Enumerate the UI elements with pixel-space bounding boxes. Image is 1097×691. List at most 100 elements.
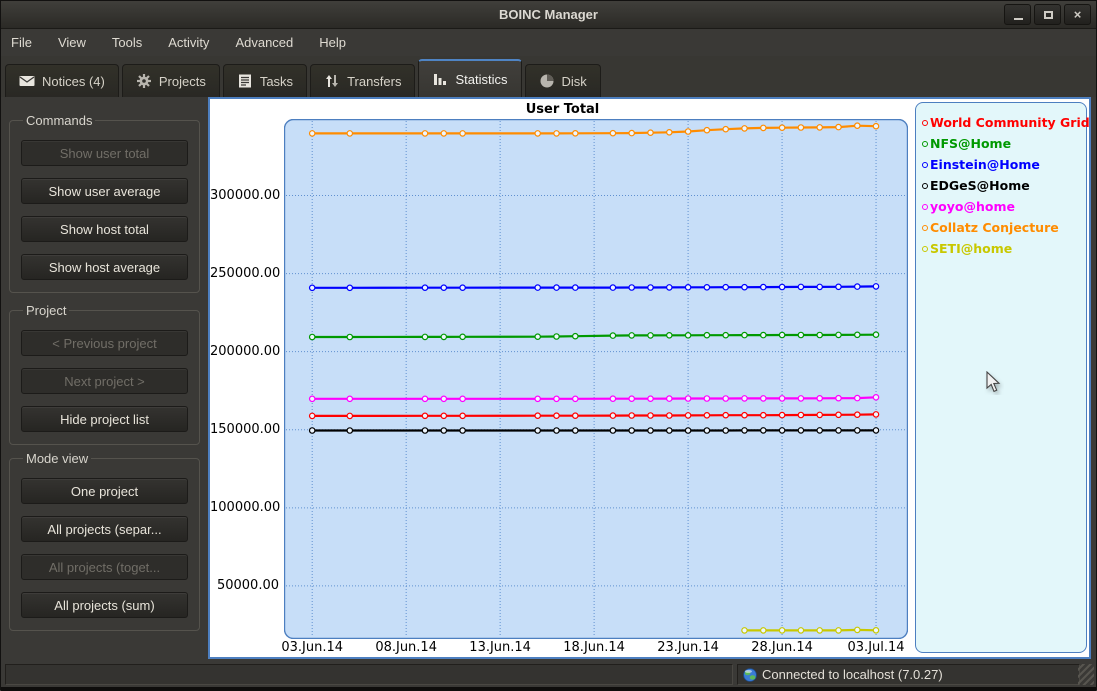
next-project-button: Next project > [21, 368, 188, 394]
data-point-einstein-home [573, 285, 578, 290]
menu-advanced[interactable]: Advanced [235, 35, 293, 50]
tab-transfers[interactable]: Transfers [310, 64, 415, 97]
statistics-bars-icon [432, 71, 448, 87]
x-axis-tick-label: 08.Jun.14 [361, 640, 451, 655]
all-projects-sum-button[interactable]: All projects (sum) [21, 592, 188, 618]
data-point-collatz-conjecture [761, 125, 766, 130]
tab-tasks[interactable]: Tasks [223, 64, 307, 97]
data-point-einstein-home [723, 285, 728, 290]
data-point-yoyo-home [573, 396, 578, 401]
data-point-yoyo-home [310, 396, 315, 401]
menu-tools[interactable]: Tools [112, 35, 142, 50]
one-project-button[interactable]: One project [21, 478, 188, 504]
menu-view[interactable]: View [58, 35, 86, 50]
legend-item-seti-home[interactable]: SETI@home [922, 238, 1080, 259]
data-point-world-community-grid [629, 413, 634, 418]
data-point-nfs-home [422, 334, 427, 339]
data-point-nfs-home [704, 333, 709, 338]
data-point-world-community-grid [798, 412, 803, 417]
data-point-edges-home [817, 428, 822, 433]
data-point-collatz-conjecture [610, 131, 615, 136]
data-point-world-community-grid [761, 413, 766, 418]
data-point-einstein-home [817, 284, 822, 289]
x-axis-tick-label: 18.Jun.14 [549, 640, 639, 655]
menu-activity[interactable]: Activity [168, 35, 209, 50]
y-axis-tick-label: 300000.00 [210, 188, 279, 203]
legend-marker-icon [922, 246, 928, 252]
data-point-yoyo-home [460, 396, 465, 401]
data-point-collatz-conjecture [873, 124, 878, 129]
data-point-nfs-home [460, 334, 465, 339]
legend-label: yoyo@home [930, 199, 1015, 214]
menu-file[interactable]: File [11, 35, 32, 50]
tab-notices[interactable]: Notices (4) [5, 64, 119, 97]
data-point-collatz-conjecture [535, 131, 540, 136]
window-controls: × [1004, 4, 1091, 25]
group-mode-view: Mode view One project All projects (separ.… [9, 451, 200, 631]
legend-item-edges-home[interactable]: EDGeS@Home [922, 175, 1080, 196]
data-point-nfs-home [779, 332, 784, 337]
data-point-collatz-conjecture [742, 126, 747, 131]
data-point-edges-home [779, 428, 784, 433]
minimize-button[interactable] [1004, 4, 1031, 25]
legend-item-yoyo-home[interactable]: yoyo@home [922, 196, 1080, 217]
tab-statistics[interactable]: Statistics [418, 59, 521, 97]
group-title: Mode view [23, 451, 91, 466]
data-point-seti-home [855, 627, 860, 632]
legend-item-world-community-grid[interactable]: World Community Grid [922, 112, 1080, 133]
legend-item-nfs-home[interactable]: NFS@Home [922, 133, 1080, 154]
legend-item-einstein-home[interactable]: Einstein@Home [922, 154, 1080, 175]
tab-projects[interactable]: Projects [122, 64, 220, 97]
data-point-edges-home [441, 428, 446, 433]
data-point-nfs-home [798, 332, 803, 337]
data-point-einstein-home [554, 285, 559, 290]
tab-disk[interactable]: Disk [525, 64, 601, 97]
data-point-edges-home [535, 428, 540, 433]
tab-bar: Notices (4) Projects Tasks Transfers Statist… [1, 56, 1096, 97]
data-point-yoyo-home [347, 396, 352, 401]
status-cell-connection: Connected to localhost (7.0.27) [737, 664, 1080, 685]
data-point-einstein-home [460, 285, 465, 290]
data-point-nfs-home [629, 333, 634, 338]
data-point-collatz-conjecture [855, 123, 860, 128]
legend-marker-icon [922, 162, 928, 168]
data-point-edges-home [761, 428, 766, 433]
all-projects-separ-button[interactable]: All projects (separ... [21, 516, 188, 542]
resize-grip[interactable] [1078, 664, 1094, 685]
data-point-einstein-home [610, 285, 615, 290]
data-point-world-community-grid [836, 412, 841, 417]
data-point-world-community-grid [573, 413, 578, 418]
data-point-collatz-conjecture [422, 131, 427, 136]
tab-label: Disk [562, 74, 587, 89]
data-point-nfs-home [554, 334, 559, 339]
all-projects-toget-button: All projects (toget... [21, 554, 188, 580]
data-point-yoyo-home [422, 396, 427, 401]
data-point-collatz-conjecture [685, 129, 690, 134]
tab-label: Transfers [347, 74, 401, 89]
data-point-edges-home [310, 428, 315, 433]
legend-item-collatz-conjecture[interactable]: Collatz Conjecture [922, 217, 1080, 238]
show-host-total-button[interactable]: Show host total [21, 216, 188, 242]
plot-area [285, 120, 908, 639]
data-point-edges-home [723, 428, 728, 433]
data-point-edges-home [648, 428, 653, 433]
close-button[interactable]: × [1064, 4, 1091, 25]
show-user-average-button[interactable]: Show user average [21, 178, 188, 204]
menu-help[interactable]: Help [319, 35, 346, 50]
data-point-edges-home [798, 428, 803, 433]
show-host-average-button[interactable]: Show host average [21, 254, 188, 280]
data-point-yoyo-home [798, 396, 803, 401]
data-point-edges-home [422, 428, 427, 433]
legend-label: EDGeS@Home [930, 178, 1030, 193]
group-project: Project< Previous projectNext project >H… [9, 303, 200, 445]
legend-label: SETI@home [930, 241, 1012, 256]
legend-marker-icon [922, 183, 928, 189]
x-axis-tick-label: 28.Jun.14 [737, 640, 827, 655]
connection-status-text: Connected to localhost (7.0.27) [762, 667, 943, 682]
tab-label: Projects [159, 74, 206, 89]
maximize-button[interactable] [1034, 4, 1061, 25]
data-point-yoyo-home [535, 396, 540, 401]
user-total-line-chart[interactable] [284, 119, 908, 639]
data-point-edges-home [855, 428, 860, 433]
hide-project-list-button[interactable]: Hide project list [21, 406, 188, 432]
